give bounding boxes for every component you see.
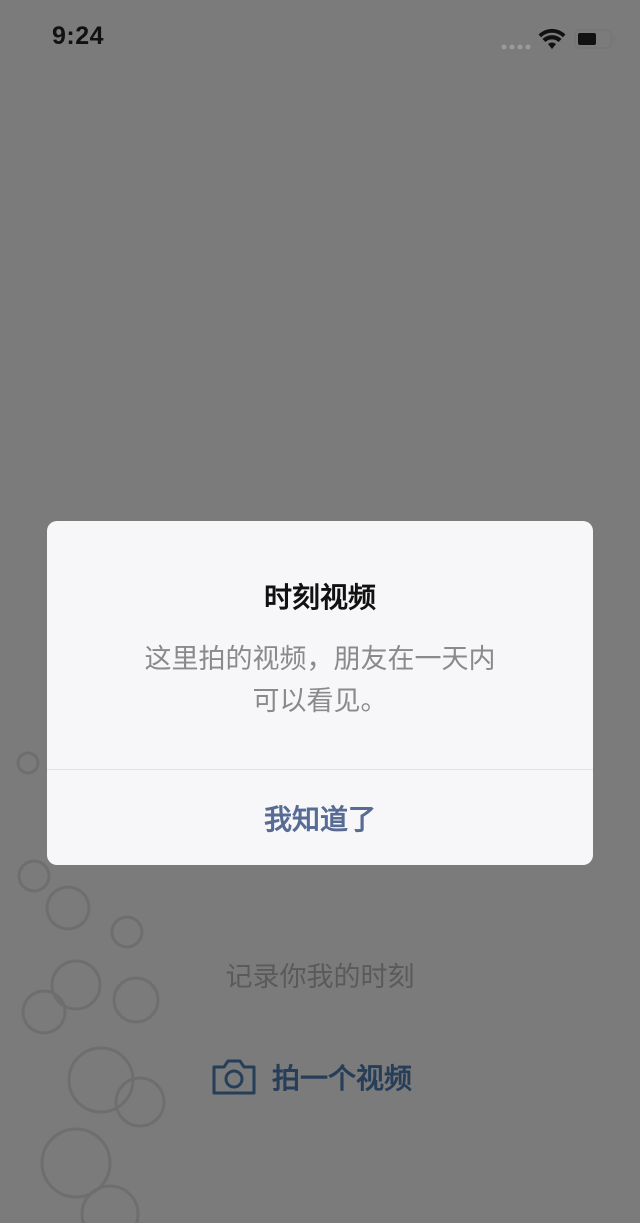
signal-dots-icon [501,44,531,50]
battery-icon [574,29,615,49]
dialog-title: 时刻视频 [263,581,376,614]
dialog-message: 这里拍的视频，朋友在一天内 可以看见。 [107,639,533,723]
status-time: 9:24 [52,22,105,50]
status-bar: 9:24 [0,0,640,80]
wifi-icon [538,28,566,49]
got-it-button[interactable]: 我知道了 [47,770,593,865]
moment-video-dialog: 时刻视频 这里拍的视频，朋友在一天内 可以看见。 我知道了 [47,521,593,865]
dialog-message-line-2: 可以看见。 [252,686,388,717]
dialog-message-line-1: 这里拍的视频，朋友在一天内 [144,644,496,675]
